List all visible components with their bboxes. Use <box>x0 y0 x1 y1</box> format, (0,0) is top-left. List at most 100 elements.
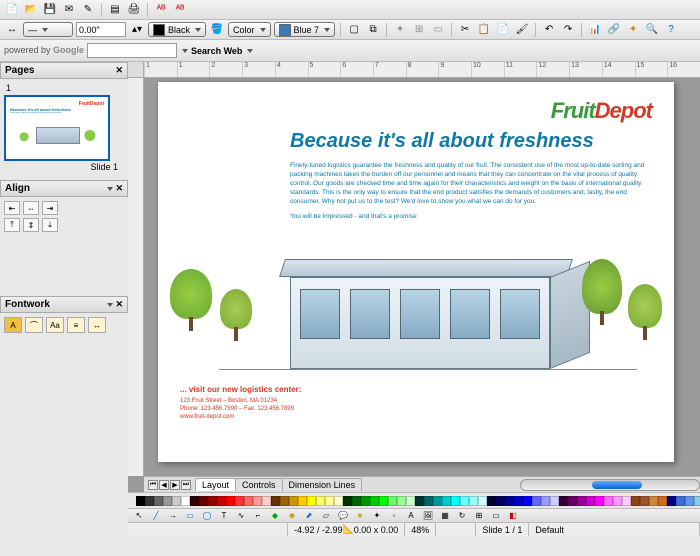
color-swatch[interactable] <box>244 496 253 506</box>
tab-controls[interactable]: Controls <box>235 478 283 491</box>
color-swatch[interactable] <box>550 496 559 506</box>
color-swatch[interactable] <box>613 496 622 506</box>
color-swatch[interactable] <box>658 496 667 506</box>
fill-icon[interactable]: 🪣 <box>209 22 225 38</box>
save-icon[interactable]: 💾 <box>42 2 58 18</box>
color-swatch[interactable] <box>541 496 550 506</box>
color-swatch[interactable] <box>487 496 496 506</box>
tab-dimension[interactable]: Dimension Lines <box>282 478 363 491</box>
new-icon[interactable]: 📄 <box>4 2 20 18</box>
color-swatch[interactable] <box>271 496 280 506</box>
brush-icon[interactable]: 🖌 <box>514 22 530 38</box>
search-web-button[interactable]: Search Web <box>191 46 242 56</box>
color-swatch[interactable] <box>361 496 370 506</box>
color-swatch[interactable] <box>424 496 433 506</box>
undo-icon[interactable]: ↶ <box>541 22 557 38</box>
color-swatch[interactable] <box>586 496 595 506</box>
redo-icon[interactable]: ↷ <box>560 22 576 38</box>
align-icon[interactable]: ⊞ <box>411 22 427 38</box>
color-swatch[interactable] <box>478 496 487 506</box>
align-right-icon[interactable]: ⇥ <box>42 201 58 215</box>
fontwork-align-icon[interactable]: ≡ <box>67 317 85 333</box>
color-swatch[interactable] <box>667 496 676 506</box>
color-swatch[interactable] <box>253 496 262 506</box>
glue-icon[interactable]: ◦ <box>387 510 401 522</box>
arrange-icon[interactable]: ▭ <box>430 22 446 38</box>
autospell-icon[interactable]: ᴬᴮ <box>172 2 188 18</box>
color-swatch[interactable] <box>460 496 469 506</box>
curve-icon[interactable]: ∿ <box>234 510 248 522</box>
color-swatch[interactable] <box>217 496 226 506</box>
color-swatch[interactable] <box>676 496 685 506</box>
symbol-shapes-icon[interactable]: ☻ <box>285 510 299 522</box>
flowchart-icon[interactable]: ▱ <box>319 510 333 522</box>
color-swatch[interactable] <box>226 496 235 506</box>
tab-layout[interactable]: Layout <box>195 478 236 491</box>
color-swatch[interactable] <box>505 496 514 506</box>
star-icon[interactable]: ★ <box>353 510 367 522</box>
zoom-icon[interactable]: 🔍 <box>644 22 660 38</box>
align-bottom-icon[interactable]: ⤓ <box>42 218 58 232</box>
color-swatch[interactable] <box>532 496 541 506</box>
color-swatch[interactable] <box>181 496 190 506</box>
mail-icon[interactable]: ✉ <box>61 2 77 18</box>
color-swatch[interactable] <box>235 496 244 506</box>
basic-shapes-icon[interactable]: ◆ <box>268 510 282 522</box>
tab-prev-icon[interactable]: ◀ <box>159 480 169 490</box>
rect-icon[interactable]: ▭ <box>183 510 197 522</box>
shadow-icon[interactable]: ▢ <box>346 22 362 38</box>
color-swatch[interactable] <box>379 496 388 506</box>
color-swatch[interactable] <box>388 496 397 506</box>
align-center-h-icon[interactable]: ⇔ <box>23 201 39 215</box>
arrow-icon[interactable]: → <box>166 510 180 522</box>
line-icon[interactable]: ╱ <box>149 510 163 522</box>
fontwork-spacing-icon[interactable]: ↔ <box>88 317 106 333</box>
color-swatch[interactable] <box>433 496 442 506</box>
color-swatch[interactable] <box>685 496 694 506</box>
color-swatch[interactable] <box>397 496 406 506</box>
color-swatch[interactable] <box>640 496 649 506</box>
fontwork-icon[interactable]: A <box>404 510 418 522</box>
gallery-icon[interactable]: ▦ <box>438 510 452 522</box>
align-icon[interactable]: ⊞ <box>472 510 486 522</box>
help-icon[interactable]: ? <box>663 22 679 38</box>
select-icon[interactable]: ↖ <box>132 510 146 522</box>
color-swatch[interactable] <box>451 496 460 506</box>
color-swatch[interactable] <box>199 496 208 506</box>
color-swatch[interactable] <box>334 496 343 506</box>
color-swatch[interactable] <box>298 496 307 506</box>
line-color-combo[interactable]: Black <box>148 22 206 37</box>
fill-type-combo[interactable]: Color <box>228 22 271 37</box>
edit-icon[interactable]: ✎ <box>80 2 96 18</box>
close-icon[interactable]: ✕ <box>115 183 123 193</box>
fontwork-shape-icon[interactable]: ⌒ <box>25 317 43 333</box>
color-swatch[interactable] <box>694 496 700 506</box>
color-swatch[interactable] <box>154 496 163 506</box>
close-icon[interactable]: ✕ <box>115 65 123 76</box>
align-top-icon[interactable]: ⤒ <box>4 218 20 232</box>
chart-icon[interactable]: 📊 <box>587 22 603 38</box>
fontwork-height-icon[interactable]: Aa <box>46 317 64 333</box>
navigator-icon[interactable]: ✦ <box>625 22 641 38</box>
ellipse-icon[interactable]: ◯ <box>200 510 214 522</box>
color-swatch[interactable] <box>595 496 604 506</box>
color-swatch[interactable] <box>262 496 271 506</box>
color-swatch[interactable] <box>343 496 352 506</box>
fill-color-combo[interactable]: Blue 7 <box>274 22 336 37</box>
color-swatch[interactable] <box>568 496 577 506</box>
color-swatch[interactable] <box>415 496 424 506</box>
color-swatch[interactable] <box>577 496 586 506</box>
chevron-down-icon[interactable] <box>107 303 113 307</box>
stepper-icon[interactable]: ▴▾ <box>129 22 145 38</box>
status-zoom[interactable]: 48% <box>405 523 436 536</box>
tab-last-icon[interactable]: ⏭ <box>181 480 191 490</box>
tab-first-icon[interactable]: ⏮ <box>148 480 158 490</box>
color-swatch[interactable] <box>136 496 145 506</box>
color-swatch[interactable] <box>469 496 478 506</box>
block-arrows-icon[interactable]: ⬈ <box>302 510 316 522</box>
line-style-combo[interactable]: — <box>23 22 73 37</box>
color-swatch[interactable] <box>649 496 658 506</box>
paste-icon[interactable]: 📄 <box>495 22 511 38</box>
horizontal-scrollbar[interactable] <box>520 479 700 491</box>
spell-icon[interactable]: ᴬᴮ <box>153 2 169 18</box>
